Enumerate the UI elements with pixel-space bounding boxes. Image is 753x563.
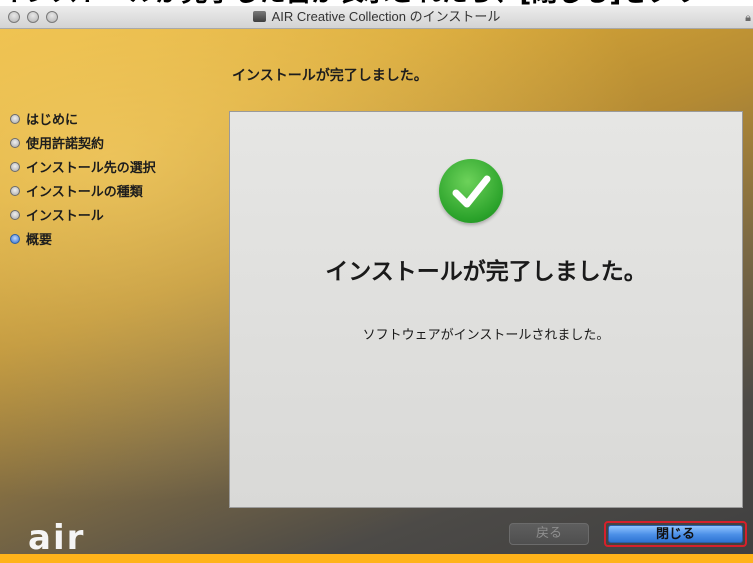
step-destination: インストール先の選択 (10, 157, 156, 181)
step-label: インストール (26, 209, 104, 224)
air-logo: air (28, 518, 86, 558)
installer-window: AIR Creative Collection のインストール 🔒︎ インストー… (0, 6, 753, 563)
completion-panel: インストールが完了しました。 ソフトウェアがインストールされました。 (229, 111, 743, 508)
step-bullet-icon (10, 210, 20, 220)
close-button-highlight[interactable]: 閉じる (604, 521, 747, 547)
step-bullet-icon (10, 114, 20, 124)
installer-package-icon (252, 11, 266, 22)
installer-steps-sidebar: はじめに 使用許諾契約 インストール先の選択 インストールの種類 インストール … (10, 109, 156, 253)
step-installation: インストール (10, 205, 156, 229)
step-label: はじめに (26, 113, 79, 128)
step-bullet-active-icon (10, 234, 20, 244)
step-license: 使用許諾契約 (10, 133, 156, 157)
completion-title: インストールが完了しました。 (325, 259, 647, 285)
page-heading: インストールが完了しました。 (232, 68, 428, 84)
checkmark-success-icon (439, 159, 503, 223)
checkmark-glyph-icon (452, 175, 491, 208)
title-bar: AIR Creative Collection のインストール 🔒︎ (0, 6, 753, 29)
step-bullet-icon (10, 162, 20, 172)
step-installation-type: インストールの種類 (10, 181, 156, 205)
bottom-accent-bar (0, 554, 753, 563)
step-bullet-icon (10, 186, 20, 196)
window-title: AIR Creative Collection のインストール (0, 6, 753, 28)
window-title-text: AIR Creative Collection のインストール (271, 9, 501, 24)
step-bullet-icon (10, 138, 20, 148)
back-button[interactable]: 戻る (509, 523, 589, 545)
lock-icon[interactable]: 🔒︎ (745, 11, 751, 25)
installer-content: インストールが完了しました。 はじめに 使用許諾契約 インストール先の選択 イン… (0, 29, 753, 563)
step-label: 使用許諾契約 (26, 137, 105, 152)
completion-message: ソフトウェアがインストールされました。 (362, 328, 610, 343)
step-label: インストール先の選択 (26, 161, 156, 176)
step-introduction: はじめに (10, 109, 156, 133)
step-label: インストールの種類 (26, 185, 143, 200)
step-summary: 概要 (10, 229, 156, 253)
step-label: 概要 (26, 233, 53, 248)
close-button[interactable]: 閉じる (608, 525, 743, 543)
